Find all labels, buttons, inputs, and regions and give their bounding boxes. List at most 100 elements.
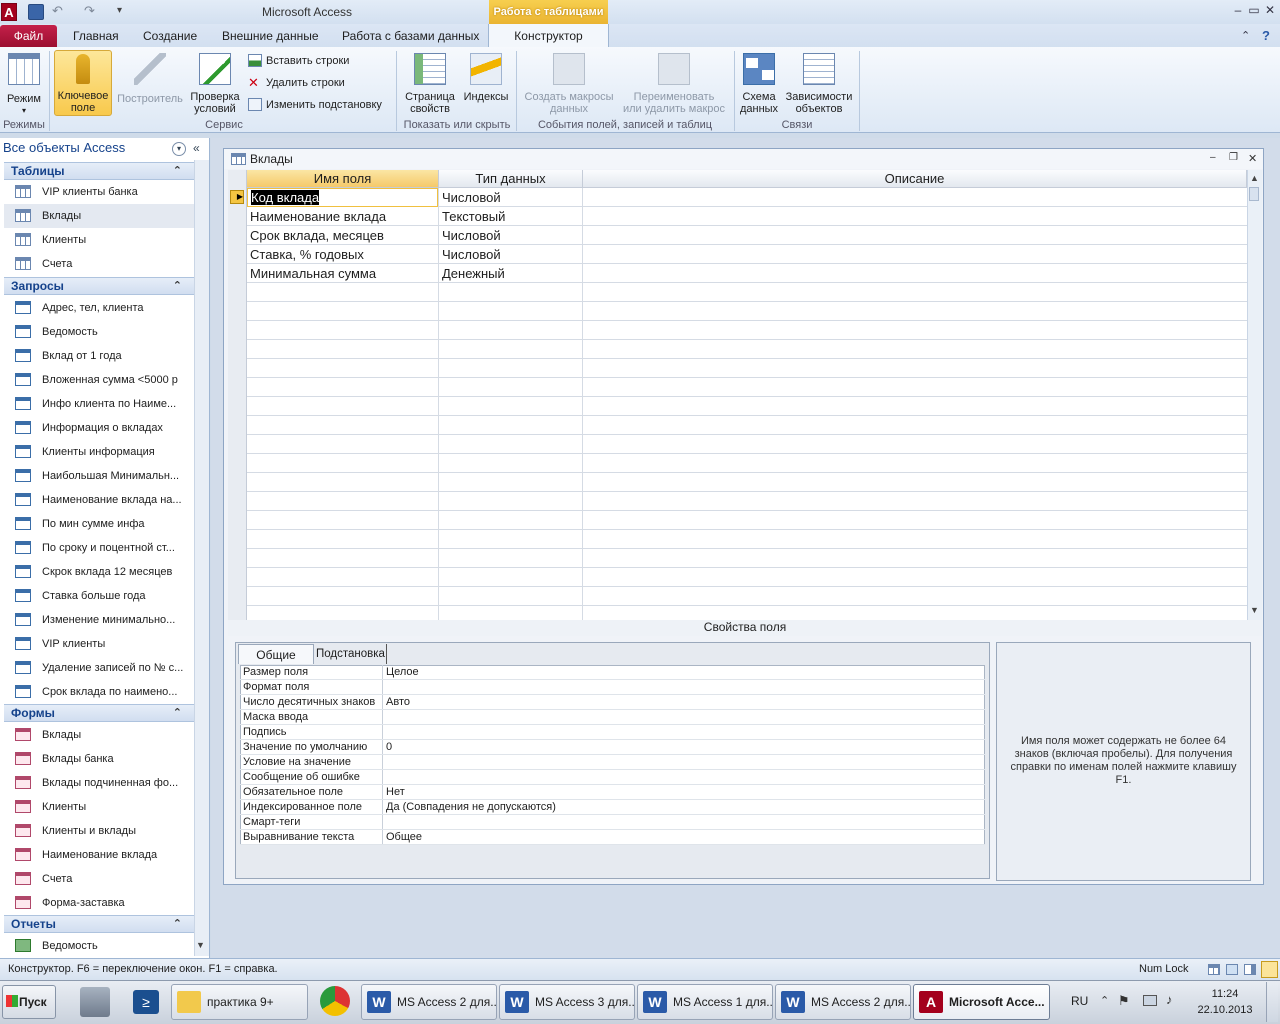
shutter-bar-icon[interactable]: « [193, 141, 200, 155]
nav-section-forms[interactable]: Формы ⌃ [4, 704, 194, 722]
property-value[interactable]: Да (Совпадения не допускаются) [386, 800, 556, 814]
language-indicator[interactable]: RU [1071, 994, 1088, 1008]
nav-item-tables[interactable]: Клиенты [4, 228, 194, 252]
header-description[interactable]: Описание [583, 170, 1247, 188]
data-type-cell[interactable]: Числовой [439, 226, 582, 245]
field-name-cell[interactable]: Ставка, % годовых [247, 245, 438, 264]
property-row[interactable]: Число десятичных знаков Авто [240, 695, 985, 710]
doc-close-icon[interactable]: ✕ [1248, 152, 1257, 165]
powershell-icon[interactable]: ≥ [133, 990, 159, 1014]
data-type-cell[interactable]: Числовой [439, 245, 582, 264]
property-row[interactable]: Маска ввода [240, 710, 985, 725]
tab-design[interactable]: Конструктор [488, 24, 609, 48]
nav-item-forms[interactable]: Вклады банка [4, 747, 194, 771]
nav-item-queries[interactable]: Скрок вклада 12 месяцев [4, 560, 194, 584]
nav-item-queries[interactable]: Ставка больше года [4, 584, 194, 608]
field-name-cell[interactable]: Срок вклада, месяцев [247, 226, 438, 245]
header-data-type[interactable]: Тип данных [439, 170, 583, 188]
primary-key-button[interactable]: Ключевое поле [54, 50, 112, 116]
start-button[interactable]: Пуск [2, 985, 56, 1019]
flag-icon[interactable]: ⚑ [1118, 993, 1130, 1009]
nav-item-tables[interactable]: VIP клиенты банка [4, 180, 194, 204]
nav-item-queries[interactable]: Вложенная сумма <5000 р [4, 368, 194, 392]
nav-item-queries[interactable]: Изменение минимально... [4, 608, 194, 632]
nav-item-forms[interactable]: Вклады подчиненная фо... [4, 771, 194, 795]
property-value[interactable]: Нет [386, 785, 405, 799]
nav-section-queries[interactable]: Запросы ⌃ [4, 277, 194, 295]
object-dependencies-button[interactable]: Зависимости объектов [783, 50, 855, 118]
doc-restore-icon[interactable]: ❐ [1229, 152, 1238, 163]
nav-section-reports[interactable]: Отчеты ⌃ [4, 915, 194, 933]
taskbar-access[interactable]: A Microsoft Acce... [913, 984, 1050, 1020]
tab-external-data[interactable]: Внешние данные [222, 29, 319, 45]
nav-section-tables[interactable]: Таблицы ⌃ [4, 162, 194, 180]
rename-delete-macro-button[interactable]: Переименовать или удалить макрос [618, 50, 730, 118]
nav-scrollbar[interactable] [194, 160, 209, 956]
nav-item-queries[interactable]: Клиенты информация [4, 440, 194, 464]
tab-database-tools[interactable]: Работа с базами данных [342, 29, 479, 45]
nav-item-forms[interactable]: Вклады [4, 723, 194, 747]
grid-scroll-down-icon[interactable]: ▼ [1250, 605, 1259, 615]
taskbar-word-3[interactable]: W MS Access 1 для... [637, 984, 773, 1020]
tab-create[interactable]: Создание [143, 29, 197, 45]
network-app-icon[interactable] [80, 987, 110, 1017]
data-type-cell[interactable]: Текстовый [439, 207, 582, 226]
nav-item-forms[interactable]: Счета [4, 867, 194, 891]
indexes-button[interactable]: Индексы [461, 50, 511, 118]
nav-item-reports[interactable]: Ведомость [4, 934, 194, 958]
insert-rows-button[interactable]: Вставить строки [248, 52, 388, 70]
property-row[interactable]: Сообщение об ошибке [240, 770, 985, 785]
nav-item-queries[interactable]: Ведомость [4, 320, 194, 344]
doc-minimize-icon[interactable]: – [1210, 152, 1216, 163]
nav-item-queries[interactable]: VIP клиенты [4, 632, 194, 656]
collapse-section-icon[interactable]: ⌃ [173, 705, 182, 722]
close-icon[interactable]: ✕ [1261, 4, 1279, 18]
property-row[interactable]: Подпись [240, 725, 985, 740]
tab-general[interactable]: Общие [238, 644, 314, 664]
grid-scroll-up-icon[interactable]: ▲ [1250, 173, 1259, 183]
scroll-thumb[interactable] [1249, 187, 1259, 201]
nav-item-forms[interactable]: Форма-заставка [4, 891, 194, 915]
builder-button[interactable]: Построитель [114, 50, 186, 118]
property-row[interactable]: Формат поля [240, 680, 985, 695]
data-type-cell[interactable]: Денежный [439, 264, 582, 283]
clock-date[interactable]: 22.10.2013 [1192, 1004, 1258, 1016]
property-row[interactable]: Индексированное поле Да (Совпадения не до… [240, 800, 985, 815]
tab-lookup[interactable]: Подстановка [315, 644, 387, 664]
volume-icon[interactable]: ♪ [1166, 992, 1173, 1007]
collapse-section-icon[interactable]: ⌃ [173, 163, 182, 180]
clock-time[interactable]: 11:24 [1196, 988, 1254, 1000]
relationships-button[interactable]: Схема данных [737, 50, 781, 118]
property-value[interactable]: Целое [386, 665, 419, 679]
nav-item-queries[interactable]: Вклад от 1 года [4, 344, 194, 368]
property-row[interactable]: Условие на значение [240, 755, 985, 770]
tab-home[interactable]: Главная [73, 29, 119, 45]
nav-item-queries[interactable]: Инфо клиента по Наиме... [4, 392, 194, 416]
collapse-section-icon[interactable]: ⌃ [173, 278, 182, 295]
pivot-chart-view-icon[interactable] [1244, 964, 1256, 975]
field-name-cell[interactable]: Минимальная сумма [247, 264, 438, 283]
grid-scrollbar[interactable] [1247, 170, 1262, 620]
nav-item-queries[interactable]: По мин сумме инфа [4, 512, 194, 536]
taskbar-word-4[interactable]: W MS Access 2 для... [775, 984, 911, 1020]
nav-item-queries[interactable]: Наименование вклада на... [4, 488, 194, 512]
datasheet-view-icon[interactable] [1208, 964, 1220, 975]
test-validation-button[interactable]: Проверка условий [188, 50, 242, 118]
help-icon[interactable]: ? [1262, 28, 1270, 43]
property-value[interactable]: Авто [386, 695, 410, 709]
property-row[interactable]: Обязательное поле Нет [240, 785, 985, 800]
collapse-ribbon-icon[interactable]: ⌃ [1241, 29, 1250, 42]
property-row[interactable]: Значение по умолчанию 0 [240, 740, 985, 755]
nav-item-forms[interactable]: Клиенты и вклады [4, 819, 194, 843]
nav-item-queries[interactable]: По сроку и поцентной ст... [4, 536, 194, 560]
taskbar-explorer[interactable]: практика 9+ [171, 984, 308, 1020]
taskbar-word-1[interactable]: W MS Access 2 для... [361, 984, 497, 1020]
nav-item-queries[interactable]: Наибольшая Минимальн... [4, 464, 194, 488]
modify-lookups-button[interactable]: Изменить подстановку [248, 96, 394, 114]
data-type-cell[interactable]: Числовой [439, 188, 582, 207]
nav-pane-header[interactable]: Все объекты Access [3, 140, 187, 160]
nav-item-forms[interactable]: Наименование вклада [4, 843, 194, 867]
tab-file[interactable]: Файл [0, 25, 57, 47]
row-selector-column[interactable] [228, 170, 247, 620]
view-button[interactable]: Режим ▾ [3, 50, 45, 118]
